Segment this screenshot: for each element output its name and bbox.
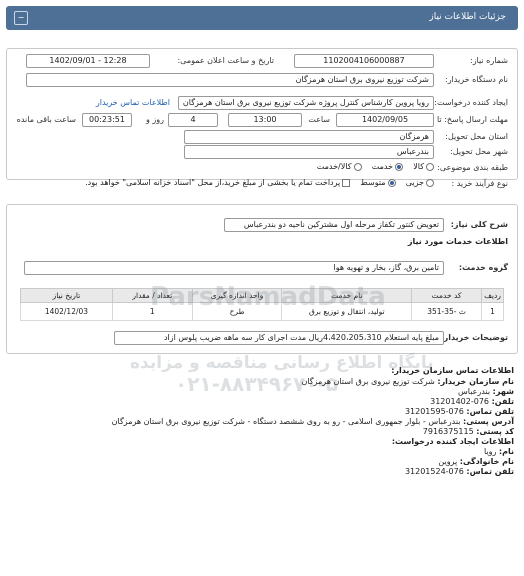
process-option-medium[interactable]: متوسط bbox=[360, 178, 396, 187]
buyer-address-line: آدرس پستی: بندرعباس - بلوار جمهوری اسلام… bbox=[111, 417, 514, 426]
table-cell: 1 bbox=[111, 302, 193, 321]
deadline-time-field: 13:00 bbox=[228, 113, 302, 127]
category-option-goods-service[interactable]: کالا/خدمت bbox=[317, 162, 362, 171]
need-number-field: 1102004106000887 bbox=[294, 54, 434, 68]
creator-phone-line: تلفن تماس: 076-31201524 bbox=[404, 467, 514, 476]
deadline-date-field: 1402/09/05 bbox=[336, 113, 434, 127]
radio-icon bbox=[426, 162, 434, 171]
table-cell: تولید، انتقال و توزیع برق bbox=[281, 302, 413, 321]
buyer-contact-link[interactable]: اطلاعات تماس خریدار bbox=[96, 98, 170, 107]
process-radio-group: جزیی متوسط پرداخت تمام یا بخشی از مبلغ خ… bbox=[85, 178, 434, 187]
page-title: جزئیات اطلاعات نیاز bbox=[429, 12, 506, 22]
service-group-field: تامین برق، گاز، بخار و تهویه هوا bbox=[24, 261, 444, 275]
table-cell: 1 bbox=[481, 302, 504, 321]
buyer-notes-field: مبلغ پایه استعلام 4،420،205،310ریال مدت … bbox=[114, 331, 444, 345]
announce-label: تاریخ و ساعت اعلان عمومی: bbox=[177, 56, 274, 65]
buyer-fax-line: تلفن تماس: 076-31201595 bbox=[404, 407, 514, 416]
province-label: استان محل تحویل: bbox=[445, 132, 508, 141]
days-field: 4 bbox=[168, 113, 218, 127]
collapse-toggle-icon[interactable]: − bbox=[14, 11, 28, 25]
remaining-label: ساعت باقی مانده bbox=[16, 115, 76, 124]
radio-icon bbox=[353, 162, 362, 171]
process-option-minor[interactable]: جزیی bbox=[406, 178, 434, 187]
watermark-tagline: پایگاه اطلاع رسانی مناقصه و مزایده bbox=[130, 353, 434, 373]
creator-name-line: نام: رویا bbox=[483, 447, 514, 456]
remaining-time-field: 00:23:51 bbox=[82, 113, 132, 127]
radio-selected-icon bbox=[395, 162, 404, 171]
table-cell: 1402/12/03 bbox=[20, 302, 113, 321]
buyer-field: شرکت توزیع نیروی برق استان هرمزگان bbox=[26, 73, 434, 87]
category-label: طبقه بندی موضوعی: bbox=[437, 163, 508, 172]
category-option-goods[interactable]: کالا bbox=[413, 162, 434, 171]
buyer-org-line: نام سازمان خریدار: شرکت توزیع نیروی برق … bbox=[301, 377, 514, 386]
days-label: روز و bbox=[146, 115, 164, 124]
creator-label: ایجاد کننده درخواست: bbox=[434, 98, 508, 107]
table-header: تاریخ نیاز bbox=[20, 288, 113, 303]
table-cell: ث -35-351 bbox=[411, 302, 483, 321]
province-field: هرمزگان bbox=[184, 130, 434, 144]
category-radio-group: کالا خدمت کالا/خدمت bbox=[317, 162, 434, 171]
creator-family-line: نام خانوادگی: پروین bbox=[438, 457, 514, 466]
table-header: ردیف bbox=[481, 288, 504, 303]
treasury-checkbox[interactable]: پرداخت تمام یا بخشی از مبلغ خرید،از محل … bbox=[85, 178, 351, 187]
services-table: ردیف کد خدمت نام خدمت واحد اندازه گیری ت… bbox=[20, 288, 504, 321]
buyer-label: نام دستگاه خریدار: bbox=[445, 75, 508, 84]
table-header: واحد اندازه گیری bbox=[191, 288, 283, 303]
category-option-service[interactable]: خدمت bbox=[372, 162, 404, 171]
table-header: تعداد / مقدار bbox=[111, 288, 193, 303]
city-field: بندرعباس bbox=[184, 145, 434, 159]
process-label: نوع فرآیند خرید : bbox=[451, 179, 508, 188]
table-row: 1 ث -35-351 تولید، انتقال و توزیع برق طر… bbox=[20, 302, 504, 321]
need-number-label: شماره نیاز: bbox=[470, 56, 508, 65]
announce-field: 1402/09/01 - 12:28 bbox=[26, 54, 150, 68]
deadline-label: مهلت ارسال پاسخ: تا bbox=[436, 115, 508, 124]
page-title-bar: جزئیات اطلاعات نیاز − bbox=[6, 6, 518, 30]
buyer-contact-title: اطلاعات تماس سازمان خریدار: bbox=[391, 366, 514, 375]
buyer-phone-line: تلفن: 076-31201402 bbox=[430, 397, 514, 406]
description-field: تعویض کنتور تکفاز مرحله اول مشترکین ناحی… bbox=[224, 218, 444, 232]
table-cell: طرح bbox=[191, 302, 283, 321]
service-group-label: گروه خدمت: bbox=[458, 263, 508, 272]
creator-field: رویا پروین کارشناس کنترل پروژه شرکت توزی… bbox=[178, 96, 434, 110]
table-header: کد خدمت bbox=[411, 288, 483, 303]
table-header-row: ردیف کد خدمت نام خدمت واحد اندازه گیری ت… bbox=[20, 288, 504, 303]
radio-icon bbox=[426, 178, 434, 187]
checkbox-icon bbox=[342, 178, 351, 187]
services-section-title: اطلاعات خدمات مورد نیاز bbox=[407, 237, 508, 246]
deadline-time-label: ساعت bbox=[308, 115, 330, 124]
buyer-notes-label: توضیحات خریدار: bbox=[440, 333, 508, 342]
city-label: شهر محل تحویل: bbox=[450, 147, 508, 156]
table-header: نام خدمت bbox=[281, 288, 413, 303]
buyer-city-line: شهر: بندرعباس bbox=[458, 387, 514, 396]
description-label: شرح کلی نیاز: bbox=[450, 220, 508, 229]
radio-selected-icon bbox=[387, 178, 396, 187]
buyer-postal-line: کد پستی: 7916375115 bbox=[422, 427, 514, 436]
creator-contact-title: اطلاعات ایجاد کننده درخواست: bbox=[391, 437, 514, 446]
